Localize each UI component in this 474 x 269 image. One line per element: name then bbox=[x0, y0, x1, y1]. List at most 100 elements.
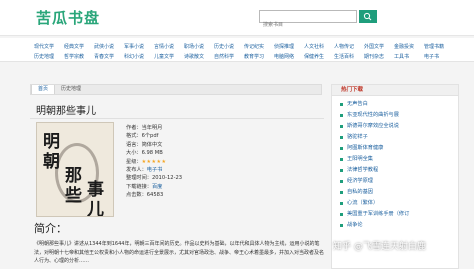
hot-list-item[interactable]: 自私的基因 bbox=[340, 187, 458, 198]
book-language: 语言：简体中文 bbox=[126, 141, 163, 148]
hot-list-item[interactable]: 法律哲学教程 bbox=[340, 165, 458, 176]
hot-list-item[interactable]: 骆驼祥子 bbox=[340, 132, 458, 143]
hot-list-label: 经济学原理 bbox=[347, 178, 373, 184]
site-header: 苦瓜书盘 bbox=[0, 0, 474, 36]
category-link[interactable]: 自然科学 bbox=[214, 52, 244, 62]
category-link[interactable]: 军事小说 bbox=[124, 42, 154, 52]
bullet-icon bbox=[340, 158, 343, 161]
bullet-icon bbox=[340, 125, 343, 128]
breadcrumb: 首页 历史地理 bbox=[30, 84, 322, 95]
sidebar-header: 热门下载 bbox=[332, 85, 458, 96]
category-link[interactable]: 人文社科 bbox=[304, 42, 334, 52]
category-link[interactable]: 生活百科 bbox=[334, 52, 364, 62]
breadcrumb-home[interactable]: 首页 bbox=[31, 85, 56, 94]
bullet-icon bbox=[340, 180, 343, 183]
book-format: 格式：6个pdf bbox=[126, 133, 159, 140]
hot-list: 无声告白东亚现代性的曲折与展斯德哥尔摩效应全说说骆驼祥子阿图斯体育健康 王阳明全集… bbox=[332, 96, 458, 231]
hot-list-item[interactable]: 心流（繁体） bbox=[340, 198, 458, 209]
search-input[interactable] bbox=[260, 19, 356, 31]
publisher-label: 发布人： bbox=[126, 167, 147, 174]
watermark: 知乎 @飞雪连天射白鹿 bbox=[333, 242, 426, 252]
hot-list-item[interactable]: 美国重于军训练手册（修订 bbox=[340, 209, 458, 220]
hot-list-label: 骆驼祥子 bbox=[347, 134, 368, 140]
category-link[interactable]: 科幻小说 bbox=[124, 52, 154, 62]
book-author: 作者：当年明月 bbox=[126, 125, 163, 131]
category-link[interactable]: 管理书籍 bbox=[424, 42, 454, 52]
category-row-1: 现代文学 经典文学 武侠小说 军事小说 言情小说 职场小说 历史小说 传记纪实 侦探推理 人文社科… bbox=[34, 42, 454, 52]
hot-list-item[interactable]: 阿图斯体育健康 bbox=[340, 143, 458, 154]
publisher-link[interactable]: 电子书 bbox=[147, 167, 163, 173]
hot-list-label: 王阳明全集 bbox=[347, 156, 373, 162]
bullet-icon bbox=[340, 202, 343, 205]
category-link[interactable]: 教育学习 bbox=[244, 52, 274, 62]
bullet-icon bbox=[340, 136, 343, 139]
page: 苦瓜书盘 现代文学经典文学武侠小说军事小说言情小说职场小说历史小说传记纪实侦探推… bbox=[0, 0, 474, 269]
hot-list-item[interactable]: 王阳明全集 bbox=[340, 154, 458, 165]
breadcrumb-category[interactable]: 历史地理 bbox=[55, 85, 87, 94]
download-label: 下载链接： bbox=[126, 183, 152, 190]
bullet-icon bbox=[340, 224, 343, 227]
book-download: 下载链接：百度 bbox=[126, 183, 266, 191]
category-nav: 现代文学 经典文学 武侠小说 军事小说 言情小说 职场小说 历史小说 传记纪实 侦探推理 人文社科… bbox=[0, 38, 474, 62]
category-link[interactable]: 青春文学 bbox=[94, 52, 124, 62]
category-link[interactable]: 保健养生 bbox=[304, 52, 334, 62]
book-date: 整理时间：2010-12-23 bbox=[126, 175, 183, 182]
hot-list-item[interactable]: 东亚现代性的曲折与展 bbox=[340, 110, 458, 121]
site-logo[interactable]: 苦瓜书盘 bbox=[36, 7, 100, 28]
hot-list-label: 心流（繁体） bbox=[347, 200, 379, 206]
bullet-icon bbox=[340, 103, 343, 106]
hot-list-label: 战争论 bbox=[347, 222, 363, 228]
book-cover[interactable]: 明 朝 那 些 事 儿 bbox=[36, 122, 114, 217]
category-row-2: 历史地理 哲学宗教 青春文学 科幻小说 儿童文学 诗歌散文 自然科学 教育学习 电脑网络 保健养生… bbox=[34, 52, 454, 62]
hot-list-label: 无声告白 bbox=[347, 101, 368, 107]
category-link[interactable]: 工具书 bbox=[394, 52, 424, 62]
book-title: 明朝那些事儿 bbox=[36, 106, 96, 117]
cover-char: 些 bbox=[65, 186, 82, 206]
book-size: 大小：6.98 MB bbox=[126, 150, 163, 157]
category-link[interactable]: 传记纪实 bbox=[244, 42, 274, 52]
hot-list-label: 美国重于军训练手册（修订 bbox=[347, 211, 410, 217]
category-link[interactable]: 侦探推理 bbox=[274, 42, 304, 52]
category-link[interactable]: 金融投资 bbox=[394, 42, 424, 52]
hot-list-item[interactable]: 战争论 bbox=[340, 220, 458, 231]
bullet-icon bbox=[340, 114, 343, 117]
category-link[interactable]: 武侠小说 bbox=[94, 42, 124, 52]
intro-heading: 简介： bbox=[34, 222, 67, 235]
book-publisher: 发布人：电子书 bbox=[126, 166, 266, 174]
rating-label: 星级： bbox=[126, 158, 142, 165]
book-rating: 星级：★★★★★ bbox=[126, 158, 266, 166]
download-link[interactable]: 百度 bbox=[152, 184, 162, 190]
category-link[interactable]: 历史小说 bbox=[214, 42, 244, 52]
book-meta: 作者：当年明月 格式：6个pdf 语言：简体中文 大小：6.98 MB 星级：★… bbox=[126, 124, 266, 200]
rating-stars: ★★★★★ bbox=[141, 158, 167, 165]
category-link[interactable]: 职场小说 bbox=[184, 42, 214, 52]
hot-list-label: 阿图斯体育健康 bbox=[347, 145, 384, 151]
search-box[interactable] bbox=[259, 10, 357, 31]
category-link[interactable]: 现代文学 bbox=[34, 42, 64, 52]
category-link[interactable]: 哲学宗教 bbox=[64, 52, 94, 62]
category-link[interactable]: 电子书 bbox=[424, 52, 454, 62]
cover-char: 儿 bbox=[87, 200, 104, 217]
bullet-icon bbox=[340, 169, 343, 172]
hot-list-label: 东亚现代性的曲折与展 bbox=[347, 112, 399, 118]
category-link[interactable]: 人物传记 bbox=[334, 42, 364, 52]
search-button[interactable] bbox=[359, 10, 377, 23]
book-views: 点击数：64583 bbox=[126, 192, 164, 199]
hot-list-item[interactable]: 无声告白 bbox=[340, 99, 458, 110]
bullet-icon bbox=[340, 213, 343, 216]
category-link[interactable]: 经典文学 bbox=[64, 42, 94, 52]
category-link[interactable]: 言情小说 bbox=[154, 42, 184, 52]
hot-list-label: 自私的基因 bbox=[347, 189, 373, 195]
hot-list-label: 法律哲学教程 bbox=[347, 167, 379, 173]
intro-text: 《明朝那些事儿》讲述从1344年到1644年，明朝三百年间的历史。作品以史料为基… bbox=[34, 241, 325, 264]
category-link[interactable]: 儿童文学 bbox=[154, 52, 184, 62]
divider bbox=[30, 118, 324, 119]
category-link[interactable]: 电脑网络 bbox=[274, 52, 304, 62]
category-link[interactable]: 诗歌散文 bbox=[184, 52, 214, 62]
category-link[interactable]: 历史地理 bbox=[34, 52, 64, 62]
search-icon bbox=[363, 12, 372, 21]
category-link[interactable]: 期刊杂志 bbox=[364, 52, 394, 62]
hot-list-item[interactable]: 斯德哥尔摩效应全说说 bbox=[340, 121, 458, 132]
hot-list-item[interactable]: 经济学原理 bbox=[340, 176, 458, 187]
category-link[interactable]: 外国文学 bbox=[364, 42, 394, 52]
